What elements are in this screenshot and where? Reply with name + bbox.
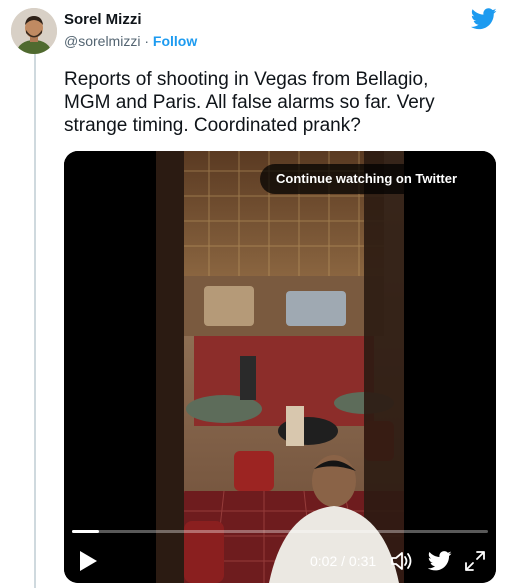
video-player[interactable]: Continue watching on Twitter 0:02 / 0:31 bbox=[64, 151, 496, 583]
author-handle-row: @sorelmizzi · Follow bbox=[64, 32, 197, 50]
thread-line bbox=[34, 54, 36, 588]
author-handle[interactable]: @sorelmizzi bbox=[64, 33, 140, 49]
tweet-text: Reports of shooting in Vegas from Bellag… bbox=[64, 69, 435, 136]
author-name[interactable]: Sorel Mizzi bbox=[64, 11, 142, 29]
avatar[interactable] bbox=[11, 8, 57, 54]
progress-fill bbox=[72, 530, 100, 533]
time-display: 0:02 / 0:31 bbox=[310, 553, 377, 569]
play-icon[interactable] bbox=[77, 549, 99, 573]
twitter-logo-icon[interactable] bbox=[428, 551, 452, 571]
progress-bar[interactable] bbox=[72, 530, 488, 533]
fullscreen-icon[interactable] bbox=[464, 550, 486, 572]
continue-watching-button[interactable]: Continue watching on Twitter bbox=[260, 164, 474, 194]
volume-icon[interactable] bbox=[390, 550, 414, 572]
follow-link[interactable]: Follow bbox=[153, 33, 197, 49]
video-frame bbox=[64, 151, 496, 583]
twitter-bird-icon[interactable] bbox=[471, 8, 497, 30]
separator: · bbox=[140, 33, 153, 49]
